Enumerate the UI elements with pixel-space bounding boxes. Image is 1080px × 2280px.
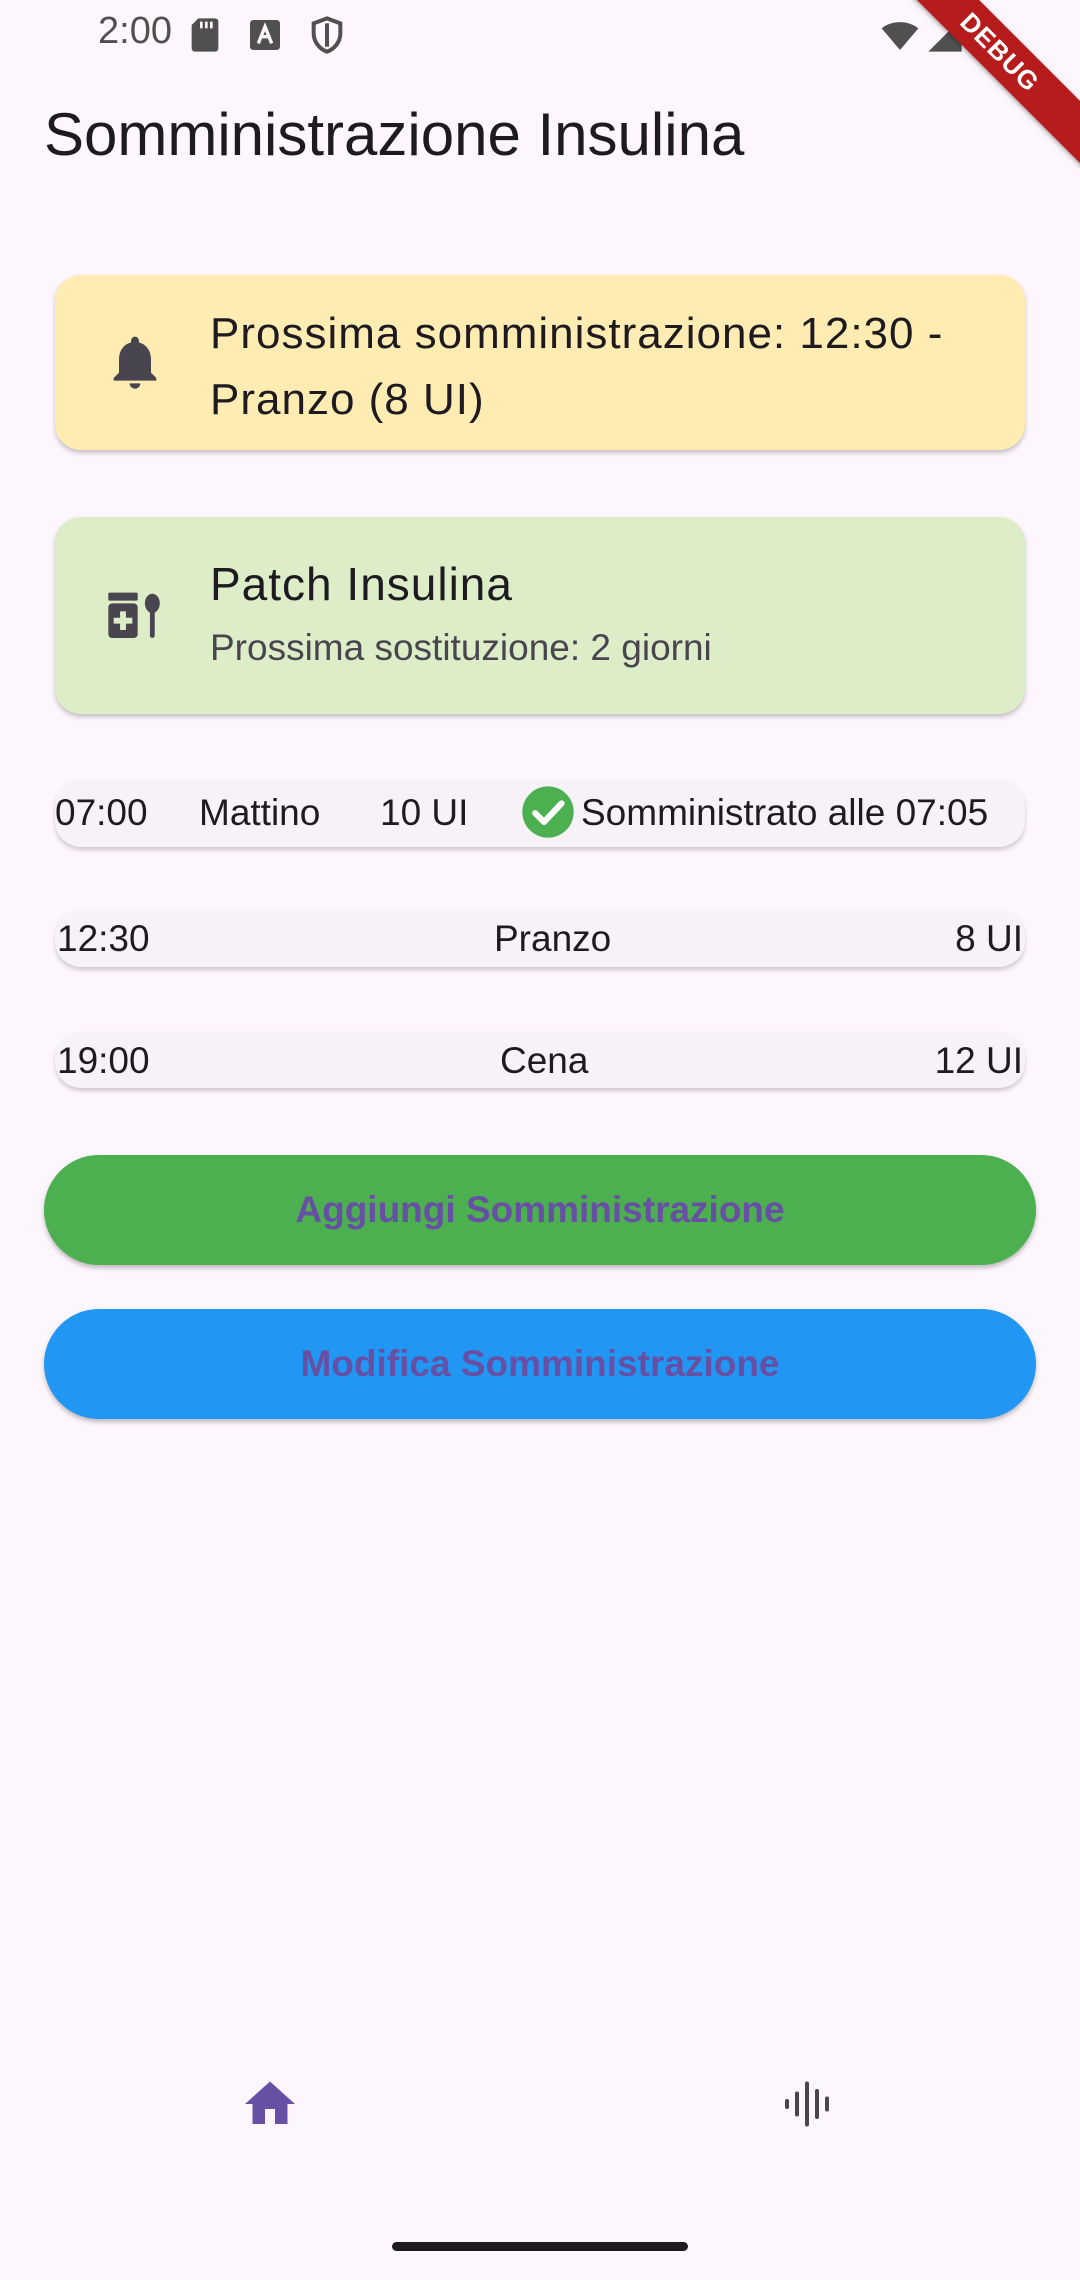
schedule-row-morning[interactable]: 07:00 Mattino 10 UI Somministrato alle 0… — [55, 780, 1025, 847]
dose-time: 07:00 — [55, 792, 148, 833]
voice-icon[interactable] — [780, 2074, 840, 2134]
insulin-patch-card: Patch Insulina Prossima sostituzione: 2 … — [55, 517, 1025, 714]
dose-units: 10 UI — [380, 792, 469, 833]
status-time: 2:00 — [98, 10, 172, 52]
dose-units: 12 UI — [934, 1040, 1023, 1081]
reminder-text: Prossima somministrazione: 12:30 - Pranz… — [210, 309, 944, 424]
medication-icon — [108, 592, 160, 638]
patch-title: Patch Insulina — [210, 558, 513, 610]
dose-meal: Mattino — [199, 792, 321, 833]
gesture-bar[interactable] — [392, 2242, 688, 2251]
status-bar: 2:00 — [0, 0, 1080, 70]
next-dose-reminder-card: Prossima somministrazione: 12:30 - Pranz… — [55, 275, 1025, 450]
text-a-icon — [250, 20, 280, 50]
bell-icon — [113, 336, 157, 389]
dose-meal: Cena — [500, 1040, 589, 1081]
dose-units: 8 UI — [955, 918, 1023, 959]
schedule-row-dinner[interactable]: 19:00 Cena 12 UI — [55, 1032, 1025, 1088]
add-dose-button[interactable]: Aggiungi Somministrazione — [44, 1155, 1036, 1265]
shield-icon — [311, 16, 343, 54]
page-title: Somministrazione Insulina — [44, 101, 745, 168]
sd-card-icon — [191, 18, 219, 52]
schedule-row-lunch[interactable]: 12:30 Pranzo 8 UI — [55, 910, 1025, 967]
edit-dose-button[interactable]: Modifica Somministrazione — [44, 1309, 1036, 1419]
patch-subtitle: Prossima sostituzione: 2 giorni — [210, 627, 712, 668]
dose-time: 19:00 — [57, 1040, 150, 1081]
dose-time: 12:30 — [57, 918, 150, 959]
dose-meal: Pranzo — [494, 918, 612, 959]
dose-status: Somministrato alle 07:05 — [581, 792, 989, 833]
home-icon[interactable] — [240, 2074, 300, 2134]
check-circle-icon — [522, 786, 574, 838]
wifi-icon — [881, 22, 919, 50]
